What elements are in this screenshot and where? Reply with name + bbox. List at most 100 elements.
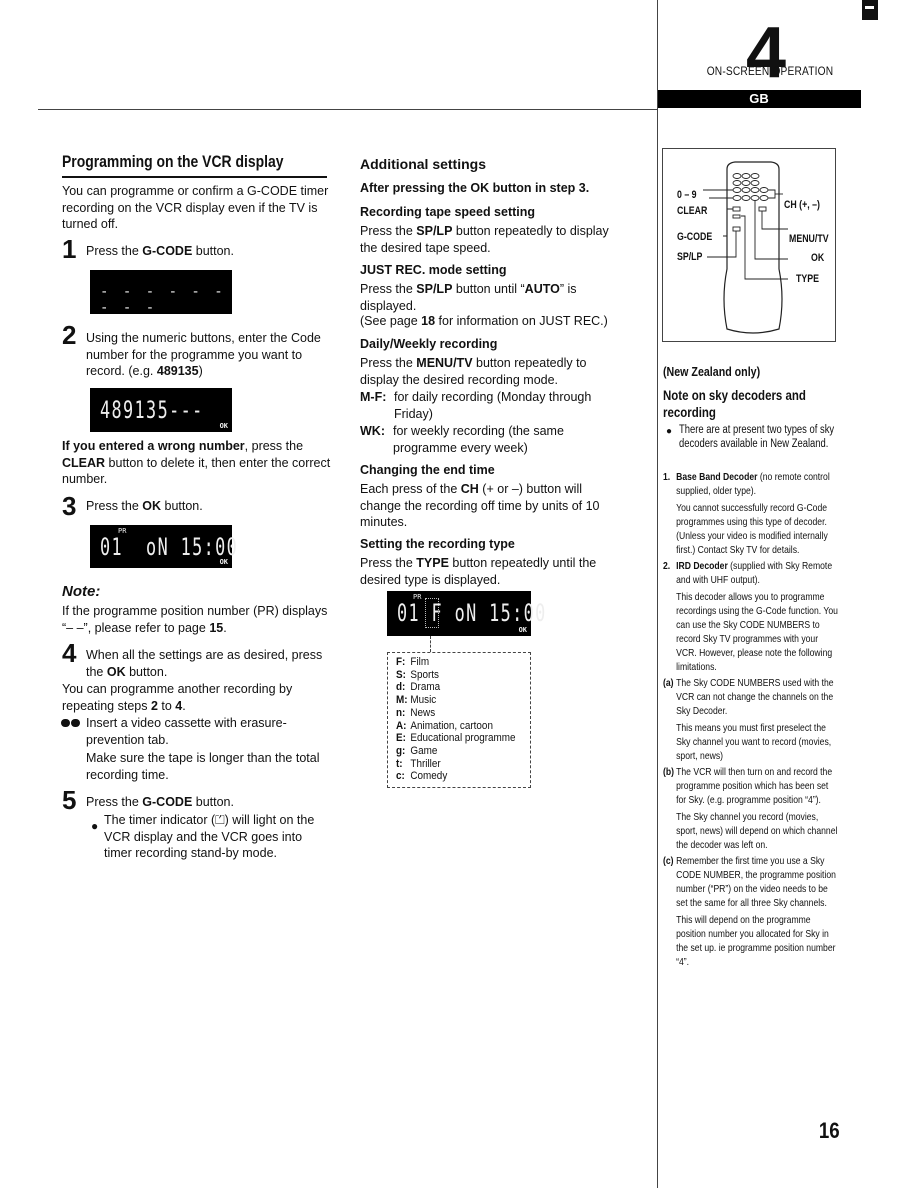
type-code: g: bbox=[396, 744, 406, 757]
corner-tab-icon bbox=[862, 0, 878, 20]
bullet-icon: ● bbox=[666, 426, 673, 437]
type-label: Animation, cartoon bbox=[410, 719, 493, 732]
type-code: E: bbox=[396, 732, 406, 745]
type-indicator-highlight bbox=[425, 598, 439, 628]
end-time-title: Changing the end time bbox=[360, 463, 495, 477]
page-number: 16 bbox=[818, 1118, 840, 1143]
type-title: Setting the recording type bbox=[360, 537, 515, 551]
legend-item: A: Animation, cartoon bbox=[396, 720, 509, 733]
step-1-text: Press the G-CODE button. bbox=[86, 244, 234, 258]
item-marker: (a) bbox=[663, 677, 674, 689]
item-text: The Sky CODE NUMBERS used with the VCR c… bbox=[676, 677, 834, 717]
item-subtext: You cannot successfully record G-Code pr… bbox=[676, 502, 828, 556]
item-title: IRD Decoder bbox=[676, 560, 728, 572]
vcr-display-2: 489135--- OK bbox=[90, 388, 232, 432]
decoder-item: 1. Base Band Decoder (no remote control s… bbox=[663, 470, 878, 557]
type-code: M: bbox=[396, 694, 408, 707]
item-marker: 2. bbox=[663, 560, 671, 572]
type-label: Drama bbox=[410, 681, 441, 694]
item-subtext: This decoder allows you to programme rec… bbox=[676, 591, 838, 673]
type-code: A: bbox=[396, 719, 407, 732]
decoder-item: (a) The Sky CODE NUMBERS used with the VC… bbox=[663, 676, 878, 763]
nz-bullet-text: There are at present two types of sky de… bbox=[679, 424, 835, 450]
vcr-display-3: PR 01 oN 15:00 OK bbox=[90, 525, 237, 568]
wrong-number-text: If you entered a wrong number, press the… bbox=[62, 439, 331, 486]
remote-label-gcode: G-CODE bbox=[677, 231, 713, 243]
item-subtext: This means you must first preselect the … bbox=[676, 722, 832, 762]
justrec-title: JUST REC. mode setting bbox=[360, 263, 507, 277]
step-4-text: When all the settings are as desired, pr… bbox=[86, 648, 323, 679]
chapter-title: ON-SCREEN OPERATION bbox=[706, 64, 834, 78]
recording-type-legend: F: Film S: Sports d: Drama M: Music n: News A: Anim… bbox=[387, 652, 531, 788]
type-code: t: bbox=[396, 757, 403, 770]
tape-tip-1: Insert a video cassette with erasure-pre… bbox=[86, 716, 287, 747]
type-code: c: bbox=[396, 770, 405, 783]
remote-label-ch: CH (+, –) bbox=[784, 199, 820, 211]
remote-label-clear: CLEAR bbox=[677, 205, 708, 217]
additional-settings-title: Additional settings bbox=[360, 156, 486, 172]
type-label: News bbox=[410, 706, 436, 719]
legend-item: E: Educational programme bbox=[396, 732, 516, 745]
step-2-text: Using the numeric buttons, enter the Cod… bbox=[86, 331, 321, 378]
type-label: Educational programme bbox=[410, 732, 516, 745]
legend-item: F: Film bbox=[396, 656, 509, 669]
item-subtext: This will depend on the programme positi… bbox=[676, 914, 836, 968]
nz-region-label: (New Zealand only) bbox=[663, 364, 761, 379]
mf-key: M-F: bbox=[360, 390, 387, 404]
type-label: Music bbox=[410, 694, 437, 707]
item-title: Base Band Decoder bbox=[676, 471, 758, 483]
remote-label-type: TYPE bbox=[796, 273, 819, 285]
step-number: 5 bbox=[62, 785, 77, 815]
decoder-item: 2. IRD Decoder (supplied with Sky Remote … bbox=[663, 559, 878, 674]
step-5-bullet: The timer indicator (⏍) will light on th… bbox=[104, 813, 315, 860]
type-label: Film bbox=[410, 656, 430, 668]
remote-diagram: 0 – 9 CLEAR G-CODE SP/LP CH (+, –) MENU/… bbox=[662, 148, 836, 342]
vcr-display-1: - - - - - - - - - bbox=[90, 270, 232, 316]
type-code: S: bbox=[396, 668, 406, 681]
legend-item: M: Music bbox=[396, 694, 509, 707]
daily-title: Daily/Weekly recording bbox=[360, 337, 498, 351]
remote-label-ok: OK bbox=[811, 252, 825, 264]
step-number: 2 bbox=[62, 320, 77, 350]
remote-control-icon bbox=[703, 161, 788, 334]
nz-decoder-list: 1. Base Band Decoder (no remote control s… bbox=[663, 470, 878, 971]
end-time-text: Each press of the CH (+ or –) button wil… bbox=[360, 482, 600, 529]
vcr-display-4: PR 01 F oN 15:00 OK bbox=[387, 591, 545, 636]
step-number: 3 bbox=[62, 491, 77, 521]
note-title: Note: bbox=[62, 583, 101, 600]
legend-item: t: Thriller bbox=[396, 758, 509, 771]
decoder-item: (c) Remember the first time you use a Sky… bbox=[663, 854, 878, 969]
remote-label-splp: SP/LP bbox=[677, 251, 703, 263]
justrec-ref: (See page 18 for information on JUST REC… bbox=[360, 314, 608, 328]
after-ok-text: After pressing the OK button in step 3. bbox=[360, 181, 590, 195]
tape-tip-2: Make sure the tape is longer than the to… bbox=[86, 751, 320, 782]
title-underline bbox=[62, 176, 327, 178]
item-marker: 1. bbox=[663, 471, 671, 483]
legend-item: d: Drama bbox=[396, 681, 509, 694]
type-label: Game bbox=[410, 744, 438, 757]
intro-text: You can programme or confirm a G-CODE ti… bbox=[62, 184, 329, 231]
section-title: Programming on the VCR display bbox=[62, 152, 284, 171]
step-number: 1 bbox=[62, 234, 77, 264]
legend-item: c: Comedy bbox=[396, 770, 509, 783]
column-divider bbox=[657, 0, 658, 1188]
wk-key: WK: bbox=[360, 424, 385, 438]
header-divider bbox=[38, 109, 658, 110]
speed-title: Recording tape speed setting bbox=[360, 205, 536, 219]
justrec-text: Press the SP/LP button until “AUTO” is d… bbox=[360, 282, 577, 313]
step-number: 4 bbox=[62, 638, 77, 668]
item-subtext: The Sky channel you record (movies, spor… bbox=[676, 811, 838, 851]
item-text: The VCR will then turn on and record the… bbox=[676, 766, 833, 806]
note-text: If the programme position number (PR) di… bbox=[62, 604, 328, 635]
legend-item: n: News bbox=[396, 707, 509, 720]
mf-text: for daily recording (Monday through Frid… bbox=[394, 390, 592, 421]
region-label: GB bbox=[657, 90, 861, 108]
type-label: Comedy bbox=[410, 770, 448, 783]
wk-text: for weekly recording (the same programme… bbox=[393, 424, 564, 455]
type-code: F: bbox=[396, 656, 406, 668]
repeat-text: You can programme another recording by r… bbox=[62, 682, 293, 713]
step-5-text: Press the G-CODE button. bbox=[86, 795, 234, 809]
type-code: d: bbox=[396, 681, 406, 694]
remote-label-menu: MENU/TV bbox=[789, 233, 829, 245]
bullet-icon: ● bbox=[91, 819, 99, 833]
